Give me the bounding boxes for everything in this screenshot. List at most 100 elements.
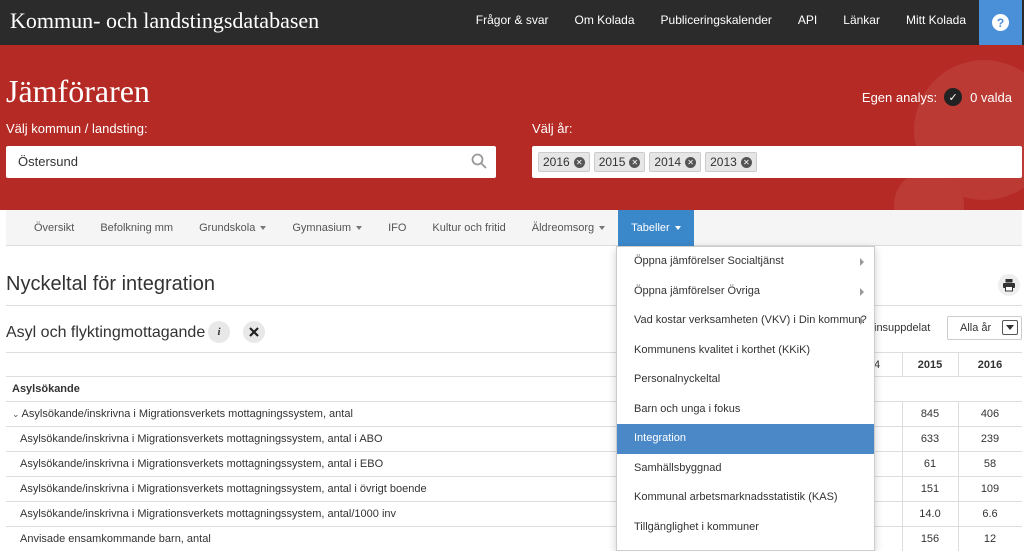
site-brand[interactable]: Kommun- och landstingsdatabasen <box>10 8 319 34</box>
divider <box>958 353 959 376</box>
row-label: Anvisade ensamkommande barn, antal <box>20 533 211 545</box>
year-chip: 2015 ✕ <box>593 152 646 172</box>
chevron-right-icon <box>860 258 864 266</box>
menu-item-oj-ovriga[interactable]: Öppna jämförelser Övriga <box>617 277 874 307</box>
year-label: Välj år: <box>532 121 573 136</box>
nav-publiceringskalender[interactable]: Publiceringskalender <box>648 0 785 45</box>
divider <box>958 502 959 526</box>
group-label: Asylsökande <box>12 383 80 395</box>
tab-ifo[interactable]: IFO <box>375 210 419 246</box>
chevron-right-icon <box>860 317 864 325</box>
menu-item-integration[interactable]: Integration <box>617 424 874 454</box>
tab-gymnasium[interactable]: Gymnasium <box>279 210 375 246</box>
chevron-down-icon <box>1002 320 1018 335</box>
menu-item-label: Personalnyckeltal <box>634 373 721 385</box>
row-label: Asylsökande/inskrivna i Migrationsverket… <box>20 483 427 495</box>
cell-2016: 406 <box>980 408 1000 420</box>
chevron-right-icon <box>860 287 864 296</box>
caret-down-icon <box>674 226 681 231</box>
year-chip: 2016 ✕ <box>538 152 590 172</box>
year-chip-label: 2016 <box>543 155 570 169</box>
caret-down-icon <box>599 226 606 231</box>
year-chip-label: 2015 <box>598 155 626 169</box>
tab-aldreomsorg[interactable]: Äldreomsorg <box>519 210 618 246</box>
caret-down-icon <box>260 226 267 231</box>
menu-item-vkv[interactable]: Vad kostar verksamheten (VKV) i Din komm… <box>617 306 874 336</box>
cell-2015: 156 <box>920 533 940 545</box>
cell-2015: 151 <box>920 483 940 495</box>
excel-icon <box>249 327 259 337</box>
cell-2015: 61 <box>923 458 937 470</box>
excel-export-button[interactable] <box>243 321 265 343</box>
section-heading: Nyckeltal för integration <box>6 273 215 295</box>
tabeller-dropdown-menu: Öppna jämförelser Socialtjänst Öppna jäm… <box>616 246 875 551</box>
print-icon <box>1003 279 1015 292</box>
egen-analys[interactable]: Egen analys: ✓ 0 valda <box>862 88 1012 106</box>
tab-label: Tabeller <box>631 222 670 234</box>
year-chip: 2014 ✕ <box>649 152 702 172</box>
menu-item-oj-socialtjanst[interactable]: Öppna jämförelser Socialtjänst <box>617 247 874 277</box>
row-label[interactable]: ⌄ Asylsökande/inskrivna i Migrationsverke… <box>12 408 353 420</box>
kommun-label: Välj kommun / landsting: <box>6 121 148 136</box>
kommun-search-input[interactable]: Östersund <box>6 146 496 178</box>
menu-item-label: Öppna jämförelser Övriga <box>634 284 760 297</box>
menu-item-label: Öppna jämförelser Socialtjänst <box>634 255 784 267</box>
menu-item-label: Tillgänglighet i kommuner <box>634 520 759 533</box>
menu-item-barn-unga[interactable]: Barn och unga i fokus <box>617 395 874 425</box>
info-icon: i <box>217 326 221 338</box>
divider <box>958 402 959 426</box>
tab-label: Grundskola <box>199 222 256 234</box>
check-icon: ✓ <box>944 88 963 106</box>
column-header-2015[interactable]: 2015 <box>902 359 958 371</box>
tab-tabeller[interactable]: Tabeller <box>618 210 694 246</box>
tab-grundskola[interactable]: Grundskola <box>186 210 279 246</box>
caret-down-icon <box>356 226 363 231</box>
chevron-down-icon: ⌄ <box>12 409 20 419</box>
menu-item-personalnyckeltal[interactable]: Personalnyckeltal <box>617 365 874 395</box>
tab-oversikt[interactable]: Översikt <box>6 210 87 246</box>
column-header-2016[interactable]: 2016 <box>962 359 1018 371</box>
print-button[interactable] <box>998 274 1020 296</box>
cell-2015: 845 <box>920 408 940 420</box>
remove-icon[interactable]: ✕ <box>573 156 585 168</box>
row-label: Asylsökande/inskrivna i Migrationsverket… <box>20 508 397 520</box>
info-button[interactable]: i <box>208 321 230 343</box>
year-select-input[interactable]: 2016 ✕ 2015 ✕ 2014 ✕ 2013 ✕ <box>532 146 1022 178</box>
menu-item-label: Barn och unga i fokus <box>634 402 741 415</box>
egen-analys-label: Egen analys: <box>861 89 938 105</box>
top-nav: Frågor & svar Om Kolada Publiceringskale… <box>463 0 979 45</box>
remove-icon[interactable]: ✕ <box>629 156 641 168</box>
tab-label: IFO <box>388 222 407 234</box>
tab-kultur-fritid[interactable]: Kultur och fritid <box>419 210 518 246</box>
divider <box>958 452 959 476</box>
search-icon[interactable] <box>470 152 488 170</box>
subsection-heading: Asyl och flyktingmottagande <box>6 324 206 341</box>
nav-lankar[interactable]: Länkar <box>830 0 893 45</box>
nav-om-kolada[interactable]: Om Kolada <box>561 0 647 45</box>
tab-label: Översikt <box>34 222 75 234</box>
tab-befolkning[interactable]: Befolkning mm <box>87 210 186 246</box>
top-navbar: Kommun- och landstingsdatabasen Frågor &… <box>0 0 1024 45</box>
breakdown-label: insuppdelat <box>874 322 931 334</box>
remove-icon[interactable]: ✕ <box>685 156 697 168</box>
year-filter-select[interactable]: Alla år <box>947 316 1022 340</box>
tab-label: Kultur och fritid <box>432 222 506 234</box>
menu-item-kas[interactable]: Kommunal arbetsmarknadsstatistik (KAS) <box>617 483 874 513</box>
cell-2016: 109 <box>980 483 1000 495</box>
remove-icon[interactable]: ✕ <box>740 156 752 168</box>
menu-item-kkik[interactable]: Kommunens kvalitet i korthet (KKiK) <box>617 336 874 366</box>
cell-2015: 633 <box>920 433 940 445</box>
row-label: Asylsökande/inskrivna i Migrationsverket… <box>20 458 384 470</box>
cell-2016: 12 <box>983 533 997 545</box>
help-button[interactable]: ? <box>979 0 1022 45</box>
menu-item-tillganglighet[interactable]: Tillgänglighet i kommuner <box>617 513 874 543</box>
year-chip-label: 2013 <box>710 155 737 169</box>
menu-item-samhallsbyggnad[interactable]: Samhällsbyggnad <box>617 454 874 484</box>
nav-fragor-svar[interactable]: Frågor & svar <box>463 0 562 45</box>
kommun-value: Östersund <box>18 154 78 169</box>
year-filter-value: Alla år <box>960 322 992 334</box>
tab-label: Befolkning mm <box>100 222 174 234</box>
nav-api[interactable]: API <box>785 0 830 45</box>
nav-mitt-kolada[interactable]: Mitt Kolada <box>893 0 979 45</box>
tab-label: Äldreomsorg <box>531 222 595 234</box>
